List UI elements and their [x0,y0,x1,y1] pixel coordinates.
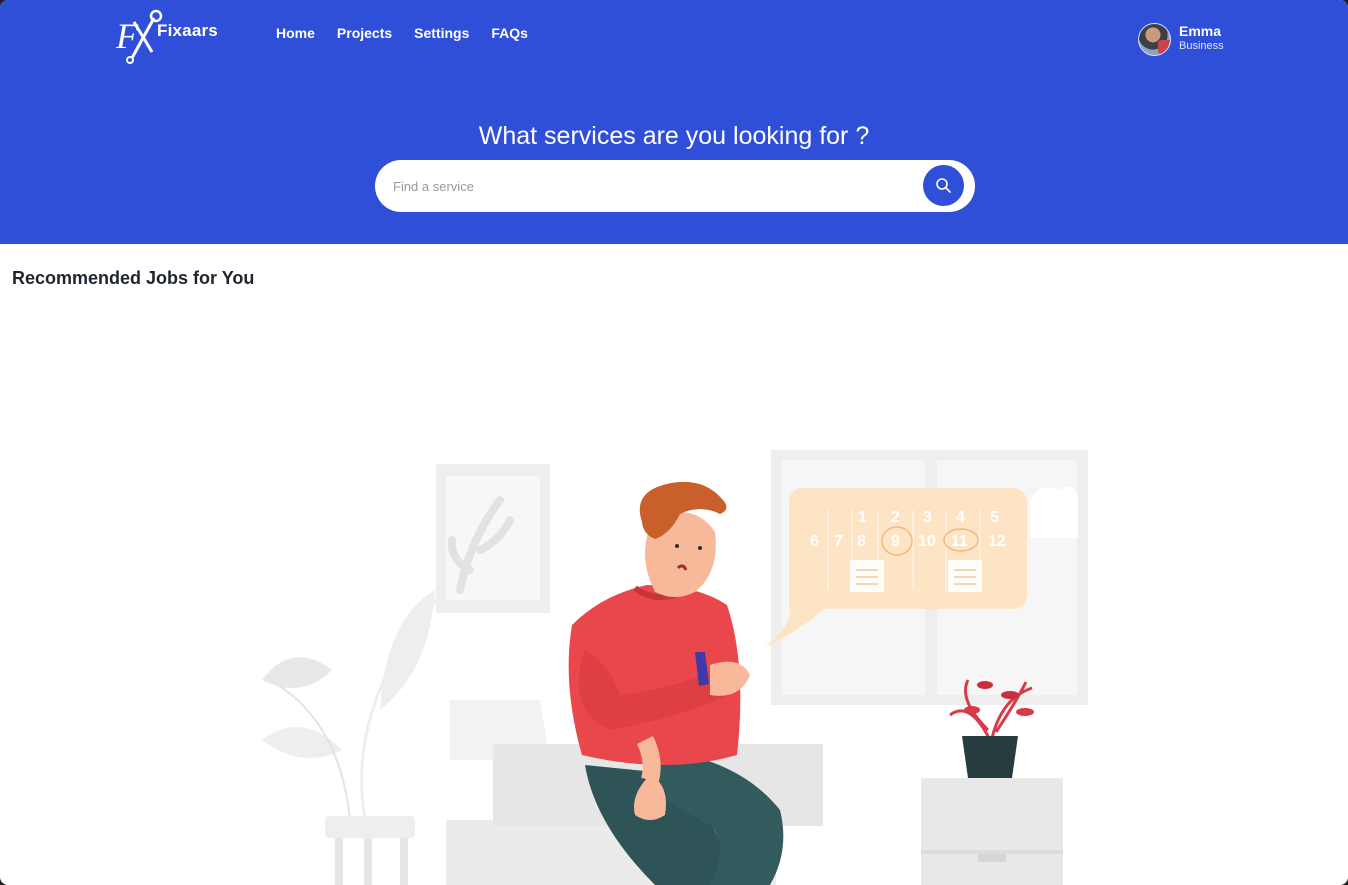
nav-item-projects[interactable]: Projects [337,25,392,41]
search-icon [936,178,951,193]
brand-name: Fixaars [157,21,218,40]
calendar-day-8: 8 [857,533,866,550]
user-profile[interactable]: Emma Business [1138,22,1238,58]
section-title: Recommended Jobs for You [12,268,255,288]
calendar-day-9: 9 [891,533,900,550]
calendar-day-3: 3 [923,509,932,526]
search-bar [375,160,975,212]
app-window: F Fixaars Home Projects Settings FAQs Em… [0,0,1348,885]
nav-item-home[interactable]: Home [276,25,315,41]
empty-state-illustration: 1 2 3 4 5 6 7 8 9 10 11 12 [262,450,1088,885]
hero-title: What services are you looking for ? [478,122,870,150]
user-role: Business [1179,40,1224,52]
calendar-day-12: 12 [988,533,1006,550]
calendar-day-10: 10 [918,533,936,550]
search-button[interactable] [923,165,964,206]
calendar-day-1: 1 [858,509,867,526]
nav-item-faqs[interactable]: FAQs [491,25,528,41]
calendar-day-7: 7 [834,533,843,550]
calendar-day-4: 4 [956,509,965,526]
brand-logo[interactable]: F Fixaars [114,8,224,64]
header-banner: F Fixaars Home Projects Settings FAQs Em… [0,0,1348,244]
user-name: Emma [1179,23,1222,39]
calendar-day-5: 5 [990,509,999,526]
calendar-day-6: 6 [810,533,819,550]
main-nav: Home Projects Settings FAQs [276,25,550,41]
calendar-day-11: 11 [951,533,968,550]
nav-item-settings[interactable]: Settings [414,25,469,41]
search-input[interactable] [393,173,913,199]
avatar[interactable] [1138,23,1171,56]
calendar-day-2: 2 [891,509,900,526]
